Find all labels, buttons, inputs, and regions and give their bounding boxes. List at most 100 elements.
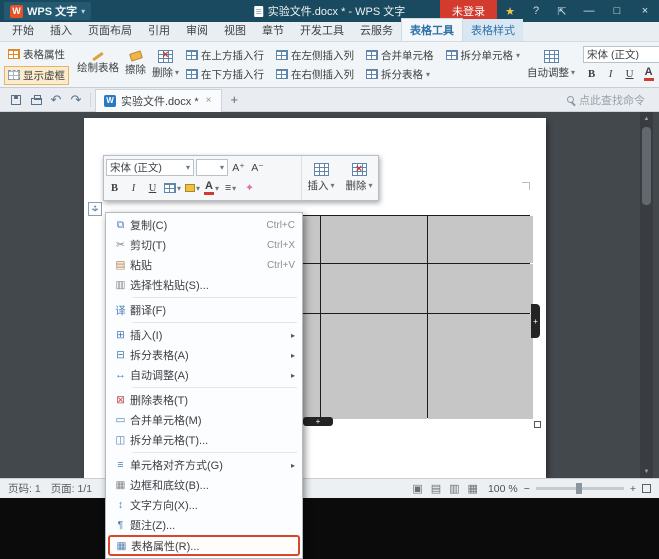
menu-item-caption[interactable]: ¶ 题注(Z)... xyxy=(108,515,300,535)
zoom-slider-thumb[interactable] xyxy=(576,483,582,494)
tab-review[interactable]: 审阅 xyxy=(178,19,216,41)
vertical-scrollbar[interactable]: ▲ ▼ xyxy=(640,112,653,478)
menu-item-cell-alignment[interactable]: ≡ 单元格对齐方式(G) ▸ xyxy=(108,455,300,475)
maximize-button[interactable]: □ xyxy=(603,0,631,22)
close-button[interactable]: × xyxy=(631,0,659,22)
help-icon[interactable]: ? xyxy=(523,0,549,22)
menu-item-autofit[interactable]: ↔ 自动调整(A) ▸ xyxy=(108,365,300,385)
zoom-out-button[interactable]: − xyxy=(524,483,530,495)
save-button[interactable] xyxy=(6,90,26,110)
tab-section[interactable]: 章节 xyxy=(254,19,292,41)
tab-table-tools[interactable]: 表格工具 xyxy=(401,18,463,41)
new-tab-button[interactable]: + xyxy=(222,92,246,107)
tab-cloud[interactable]: 云服务 xyxy=(352,19,401,41)
menu-item-split-table[interactable]: ⊟ 拆分表格(A) ▸ xyxy=(108,345,300,365)
delete-button[interactable]: 删除 ▾ xyxy=(149,44,182,85)
tab-developer[interactable]: 开发工具 xyxy=(292,19,352,41)
underline-button[interactable]: U xyxy=(621,66,638,83)
scroll-down-icon[interactable]: ▼ xyxy=(640,465,653,478)
view-mode-icon[interactable]: ▥ xyxy=(449,482,459,495)
menu-item-translate[interactable]: 译 翻译(F) xyxy=(108,300,300,320)
panel-toggle-icon[interactable]: ⇱ xyxy=(549,0,575,22)
chevron-down-icon: ▾ xyxy=(215,184,219,193)
table-cell[interactable] xyxy=(321,314,427,419)
zoom-slider[interactable] xyxy=(536,487,624,490)
font-name-combo[interactable]: 宋体 (正文) ▾ xyxy=(583,46,659,63)
menu-item-merge-cells[interactable]: ▭ 合并单元格(M) xyxy=(108,410,300,430)
mini-delete-button[interactable]: 删除 ▾ xyxy=(340,156,378,200)
align-button[interactable]: ≡ ▾ xyxy=(222,179,239,197)
menu-item-paste-special[interactable]: ▥ 选择性粘贴(S)... xyxy=(108,275,300,295)
insert-col-right-button[interactable]: 在右侧插入列 xyxy=(272,65,358,84)
tab-references[interactable]: 引用 xyxy=(140,19,178,41)
insert-row-below-button[interactable]: 在下方插入行 xyxy=(182,65,268,84)
tab-table-style[interactable]: 表格样式 xyxy=(463,19,523,41)
mini-insert-button[interactable]: 插入 ▾ xyxy=(302,156,340,200)
menu-item-table-properties[interactable]: ▦ 表格属性(R)... xyxy=(108,535,300,556)
italic-button[interactable]: I xyxy=(602,66,619,83)
menu-item-insert[interactable]: ⊞ 插入(I) ▸ xyxy=(108,325,300,345)
bold-button[interactable]: B xyxy=(583,66,600,83)
minimize-button[interactable]: — xyxy=(575,0,603,22)
merge-cells-icon: ▭ xyxy=(111,414,130,426)
view-mode-icon[interactable]: ▤ xyxy=(431,482,441,495)
view-mode-icon[interactable]: ▣ xyxy=(412,482,422,495)
border-button[interactable]: ▾ xyxy=(163,179,182,197)
wps-menu-button[interactable]: W WPS 文字 ▾ xyxy=(4,2,91,20)
table-cell[interactable] xyxy=(428,314,533,419)
scroll-up-icon[interactable]: ▲ xyxy=(640,112,653,125)
undo-button[interactable]: ↶ xyxy=(46,90,66,110)
eraser-button[interactable]: 擦除 xyxy=(122,44,149,85)
fullscreen-icon[interactable] xyxy=(642,484,651,493)
add-row-button[interactable]: + xyxy=(303,417,333,426)
tab-close-icon[interactable]: × xyxy=(204,95,214,106)
zoom-in-button[interactable]: + xyxy=(630,483,636,495)
shading-button[interactable]: ▾ xyxy=(184,179,201,197)
split-cells-button[interactable]: 拆分单元格 ▾ xyxy=(442,46,525,65)
command-search[interactable]: 点此查找命令 xyxy=(567,92,653,108)
insert-row-above-button[interactable]: 在上方插入行 xyxy=(182,46,268,65)
redo-button[interactable]: ↷ xyxy=(66,90,86,110)
table-cell[interactable] xyxy=(428,216,533,263)
document-tab[interactable]: W 实验文件.docx * × xyxy=(95,89,222,112)
view-mode-icon[interactable]: ▦ xyxy=(468,482,478,495)
menu-item-copy[interactable]: ⧉ 复制(C) Ctrl+C xyxy=(108,215,300,235)
shrink-font-button[interactable]: A⁻ xyxy=(249,159,266,177)
mini-underline-button[interactable]: U xyxy=(144,179,161,197)
grow-font-button[interactable]: A⁺ xyxy=(230,159,247,177)
table-cell[interactable] xyxy=(428,264,533,313)
merge-cells-button[interactable]: 合并单元格 xyxy=(362,46,438,65)
mini-italic-button[interactable]: I xyxy=(125,179,142,197)
table-properties-button[interactable]: 表格属性 xyxy=(4,45,69,64)
scrollbar-thumb[interactable] xyxy=(642,127,651,205)
autofit-button[interactable]: 自动调整 ▾ xyxy=(524,44,578,85)
tab-view[interactable]: 视图 xyxy=(216,19,254,41)
add-column-button[interactable]: + xyxy=(531,304,540,338)
smart-format-icon[interactable]: ✦ xyxy=(241,179,258,197)
chevron-down-icon: ▾ xyxy=(175,68,179,77)
tab-home[interactable]: 开始 xyxy=(4,19,42,41)
mini-font-name-combo[interactable]: 宋体 (正文) ▾ xyxy=(106,159,194,176)
menu-item-paste[interactable]: ▤ 粘贴 Ctrl+V xyxy=(108,255,300,275)
table-cell[interactable] xyxy=(321,264,427,313)
draw-table-button[interactable]: 绘制表格 xyxy=(74,44,122,85)
split-table-button[interactable]: 拆分表格 ▾ xyxy=(362,65,438,84)
table-cell[interactable] xyxy=(321,216,427,263)
show-gridlines-button[interactable]: 显示虚框 xyxy=(4,66,69,85)
table-resize-handle[interactable] xyxy=(534,421,541,428)
insert-col-left-button[interactable]: 在左侧插入列 xyxy=(272,46,358,65)
tab-insert[interactable]: 插入 xyxy=(42,19,80,41)
table-move-handle[interactable]: ↔ ↕ xyxy=(88,202,102,216)
font-color-button[interactable]: A xyxy=(640,66,657,83)
menu-item-split-cells[interactable]: ◫ 拆分单元格(T)... xyxy=(108,430,300,450)
mini-font-color-button[interactable]: A ▾ xyxy=(203,179,220,197)
menu-item-text-direction[interactable]: ↕ 文字方向(X)... xyxy=(108,495,300,515)
menu-item-delete-table[interactable]: ⊠ 删除表格(T) xyxy=(108,390,300,410)
mini-font-size-combo[interactable]: ▾ xyxy=(196,159,228,176)
mini-bold-button[interactable]: B xyxy=(106,179,123,197)
menu-item-cut[interactable]: ✂ 剪切(T) Ctrl+X xyxy=(108,235,300,255)
tab-page-layout[interactable]: 页面布局 xyxy=(80,19,140,41)
print-button[interactable] xyxy=(26,90,46,110)
writer-doc-icon: W xyxy=(104,95,116,107)
menu-item-borders-shading[interactable]: ▦ 边框和底纹(B)... xyxy=(108,475,300,495)
